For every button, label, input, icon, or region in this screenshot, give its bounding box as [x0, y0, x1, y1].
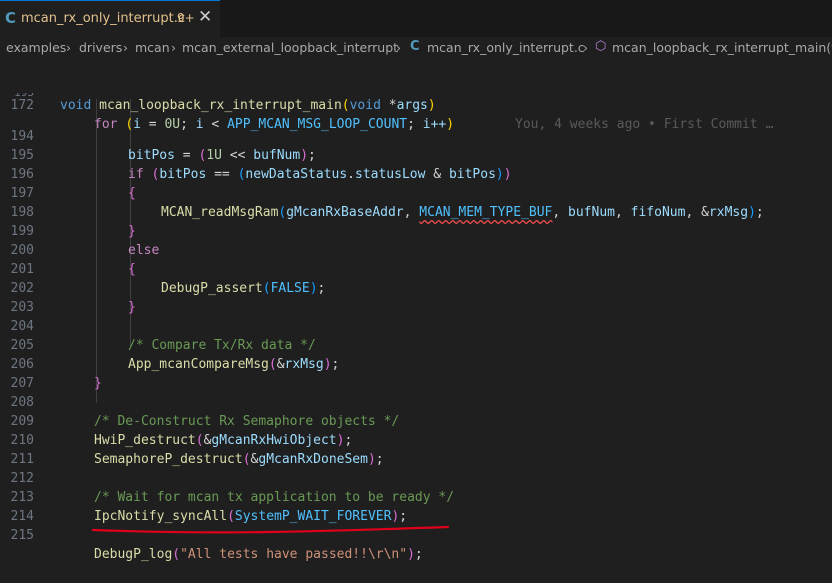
problems-badge: 9+: [177, 11, 195, 25]
chevron-right-icon: ›: [583, 40, 588, 55]
code-line: 211: [0, 431, 832, 467]
breadcrumb-item-mcan[interactable]: mcan: [135, 40, 170, 55]
red-annotation-underline: [91, 525, 450, 534]
chevron-right-icon: ›: [66, 40, 71, 55]
breadcrumb-item-file[interactable]: mcan_rx_only_interrupt.c: [427, 40, 585, 55]
code-line: 197 MCAN_readMsgRam(gMcanRxBaseAddr, MCA…: [0, 165, 832, 220]
chevron-right-icon: ›: [396, 40, 401, 55]
code-line: 198 }: [0, 184, 832, 239]
code-line: 206 }: [0, 336, 832, 391]
code-line: 194 bitPos = (1U << bufNum);: [0, 108, 832, 163]
code-line: 202 }: [0, 260, 832, 315]
code-line: 200 {: [0, 222, 832, 277]
close-icon[interactable]: ✕: [198, 7, 212, 27]
c-file-icon: C: [410, 39, 420, 54]
code-line: 195 if (bitPos == (newDataStatus.statusL…: [0, 127, 832, 182]
breadcrumb-item-examples[interactable]: examples: [6, 40, 66, 55]
breadcrumb-item-drivers[interactable]: drivers: [79, 40, 122, 55]
code-line: 213 IpcNotify_syncAll(SystemP_WAIT_FOREV…: [0, 469, 832, 524]
tab-title: mcan_rx_only_interrupt.c: [21, 11, 185, 26]
code-line: 207: [0, 355, 832, 391]
code-line: 196 {: [0, 146, 832, 201]
code-editor[interactable]: 128 void mcan_loopback_rx_interrupt_main…: [0, 58, 832, 562]
code-line: 205 App_mcanCompareMsg(&rxMsg);: [0, 317, 832, 372]
code-line: 128 void mcan_loopback_rx_interrupt_main…: [0, 58, 832, 132]
code-line: 201 DebugP_assert(FALSE);: [0, 241, 832, 296]
breadcrumb-item-folder[interactable]: mcan_external_loopback_interrupt: [182, 40, 398, 55]
code-line: 203: [0, 279, 832, 315]
chevron-right-icon: ›: [123, 40, 128, 55]
chevron-right-icon: ›: [171, 40, 176, 55]
code-line: 212 /* Wait for mcan tx application to b…: [0, 450, 832, 505]
code-line: 210 SemaphoreP_destruct(&gMcanRxDoneSem)…: [0, 412, 832, 467]
code-line: 204 /* Compare Tx/Rx data */: [0, 298, 832, 353]
code-line: 193: [0, 93, 832, 101]
code-line: 214: [0, 488, 832, 524]
tab-bar: C mcan_rx_only_interrupt.c 9+ ✕: [0, 0, 832, 37]
editor-tab[interactable]: C mcan_rx_only_interrupt.c 9+ ✕: [0, 0, 220, 37]
c-file-icon: C: [5, 9, 17, 27]
code-line: 209 HwiP_destruct(&gMcanRxHwiObject);: [0, 393, 832, 448]
code-line: 199 else: [0, 203, 832, 258]
function-symbol-icon: ⬡: [595, 39, 607, 54]
line-number: 193: [0, 93, 34, 98]
breadcrumb: examples › drivers › mcan › mcan_externa…: [0, 38, 832, 58]
code-line: 208 /* De-Construct Rx Semaphore objects…: [0, 374, 832, 429]
breadcrumb-item-function[interactable]: mcan_loopback_rx_interrupt_main(vo: [612, 40, 832, 55]
